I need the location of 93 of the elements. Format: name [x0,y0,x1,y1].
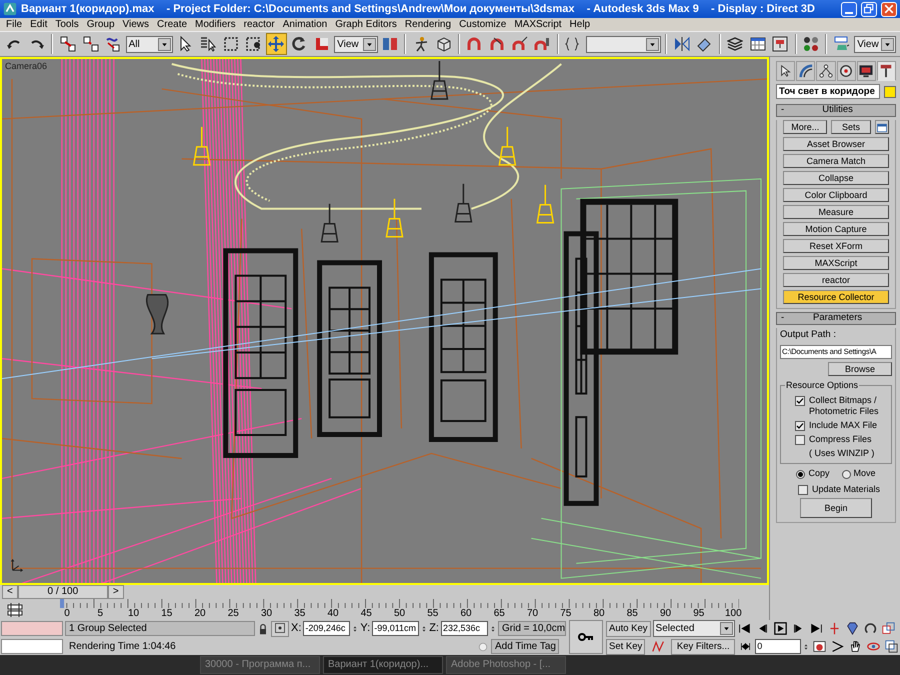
coordinate-label: X: [291,621,302,636]
sets-button[interactable]: Sets [831,120,871,134]
current-frame-field[interactable]: 0 [755,639,802,654]
checkbox-label: Include MAX File [809,420,878,432]
rollout-title: Utilities [821,103,854,118]
output-path-label: Output Path : [780,328,837,342]
frame-number: 20 [193,608,207,620]
dropdown-value: View [337,38,359,52]
time-slider-previous[interactable]: < [2,585,18,600]
group-title: Resource Options [785,379,860,393]
begin-button[interactable]: Begin [800,498,872,518]
rollout-toggle: - [781,311,784,326]
dropdown-value: Selected [656,622,694,636]
utility-button[interactable]: Color Clipboard [783,188,889,202]
set-key-button[interactable]: Set Key [606,638,646,654]
coordinate-label: Y: [360,621,370,636]
menu-item[interactable]: Graph Editors [331,18,401,31]
frame-number: 50 [392,608,406,620]
checkbox-label: Update Materials [812,484,880,495]
menu-item[interactable]: Rendering [400,18,456,31]
checkbox-label: Compress Files [809,434,872,446]
menu-item[interactable]: Create [153,18,192,31]
frame-number: 55 [426,608,440,620]
frame-number: 85 [626,608,639,620]
frame-number: 40 [326,608,340,620]
frame-number: 5 [96,608,104,620]
utility-button[interactable]: Camera Match [783,154,889,168]
menu-item[interactable]: Help [566,18,594,31]
menu-item[interactable]: Tools [51,18,83,31]
coordinate-field[interactable]: 232,536c [440,621,488,636]
coordinate-field[interactable]: -209,246c [303,621,350,636]
utility-button[interactable]: reactor [783,273,889,287]
menu-item[interactable]: Edit [26,18,52,31]
utility-button[interactable]: Asset Browser [783,137,889,151]
checkbox-label: Collect Bitmaps / Photometric Files [809,395,880,418]
menu-item[interactable]: Group [82,18,119,31]
object-name-field[interactable]: Точ свет в коридоре [776,84,880,99]
time-slider-next[interactable]: > [108,585,124,600]
rollout-header[interactable]: - Utilities [776,104,896,117]
frame-number: 75 [559,608,572,620]
dropdown-value: View [857,38,879,52]
frame-number: 0 [63,608,71,620]
radio-label: Copy [808,467,830,480]
utility-button[interactable]: Reset XForm [783,239,889,253]
window-title: Вариант 1(коридор).max - Project Folder: C:\Documents and Settings\Andrew\Мои документы\3dsmax - Autodesk 3ds Max 9 - Display : Direct 3D [21,2,816,17]
dropdown[interactable]: View [334,36,378,52]
frame-number: 95 [692,608,706,620]
menu-item[interactable]: Customize [455,18,510,31]
frame-number: 90 [658,608,672,620]
utility-button[interactable]: Resource Collector [783,290,889,304]
note-text: ( Uses WINZIP ) [809,448,874,460]
taskbar-button[interactable]: Вариант 1(коридор)... [323,656,443,674]
menu-item[interactable]: File [2,18,26,31]
status-field: 1 Group Selected [65,621,255,636]
menu-item[interactable]: reactor [240,18,279,31]
frame-number: 10 [126,608,140,620]
dropdown-value: All [128,38,140,52]
menu-item[interactable]: Modifiers [191,18,240,31]
frame-number: 15 [160,608,174,620]
coordinate-label: Z: [429,621,439,636]
frame-number: 80 [592,608,606,620]
menu-item[interactable]: Animation [278,18,332,31]
frame-number: 100 [725,608,739,620]
frame-number: 25 [226,608,240,620]
rollout-title: Parameters [812,311,864,326]
utility-button[interactable]: Collapse [783,171,889,185]
time-tag-field[interactable]: Add Time Tag [491,639,559,654]
utility-button[interactable]: MAXScript [783,256,889,270]
frame-number: 70 [526,608,540,620]
utility-button[interactable]: Measure [783,205,889,219]
time-slider-thumb[interactable]: 0 / 100 [18,585,108,600]
frame-number: 45 [360,608,373,620]
key-set-dropdown[interactable]: Selected [652,620,735,637]
auto-key-button[interactable]: Auto Key [606,620,651,636]
grid-size-field: Grid = 10,0cm [498,621,566,636]
more-button[interactable]: More... [783,120,828,134]
frame-number: 65 [492,608,506,620]
radio-label: Move [854,467,876,480]
menu-item[interactable]: MAXScript [510,18,566,31]
browse-button[interactable]: Browse [828,362,892,376]
camera-viewport[interactable]: Camera06 [0,57,769,586]
utility-button[interactable]: Motion Capture [783,222,889,236]
dropdown[interactable]: All [126,36,173,52]
frame-number: 60 [459,608,473,620]
frame-number: 30 [260,608,274,620]
frame-number: 35 [293,608,306,620]
coordinate-field[interactable]: -99,011cm [372,621,420,636]
menu-item[interactable]: Views [118,18,154,31]
viewport-label: Camera06 [5,60,48,73]
rollout-toggle: - [781,103,784,118]
key-filters-button[interactable]: Key Filters... [671,638,736,654]
rollout-header[interactable]: - Parameters [776,312,896,325]
dropdown[interactable]: View [854,36,896,52]
